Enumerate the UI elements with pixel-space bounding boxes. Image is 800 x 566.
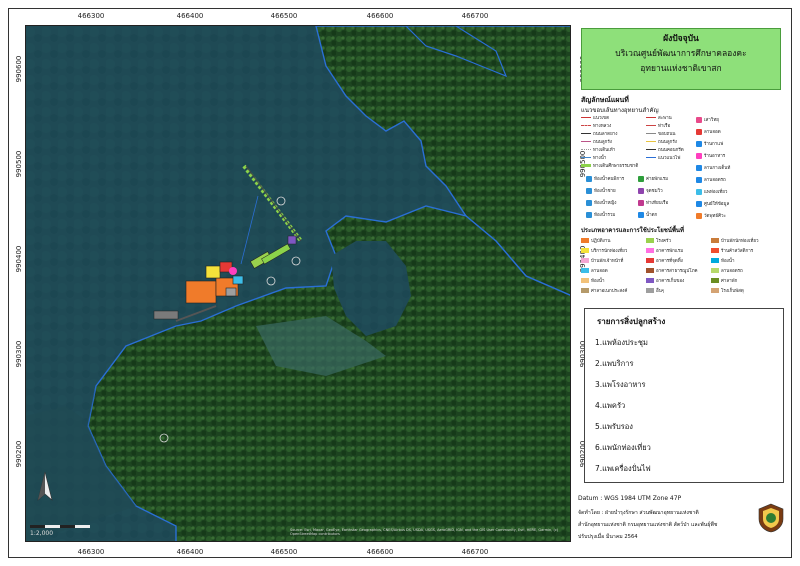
legend-areas-heading: ประเภทอาคารและการใช้ประโยชน์พื้นที่	[581, 227, 684, 234]
legend-point-3: ห้องน้ำหญิง	[586, 199, 616, 206]
legend-area-17: ศาลาพัก	[711, 277, 737, 284]
legend-area-4: ลานจอด	[581, 267, 608, 274]
y-tick-left-5: 990200	[15, 440, 23, 468]
x-tick-top-5: 466700	[461, 12, 489, 20]
map-subtitle-area: บริเวณศูนย์พัฒนาการศึกษาคลองคะ	[615, 49, 747, 59]
legend-point-9: เสาวิทยุ	[696, 116, 719, 123]
satellite-map[interactable]	[25, 25, 571, 542]
legend-panel: ผังปัจจุบัน บริเวณศูนย์พัฒนาการศึกษาคลอง…	[576, 25, 788, 542]
x-tick-bottom-5: 466700	[461, 548, 489, 556]
legend-area-8: อาคารพักแรม	[646, 247, 683, 254]
legend-area-15: ห้องน้ำ	[711, 257, 734, 264]
legend-point-15: แพท่องเที่ยว	[696, 188, 727, 195]
map-title: ผังปัจจุบัน	[663, 34, 699, 44]
legend-line-3: ถนนลาดยาง	[581, 130, 617, 137]
map-attribution: Source: Esri, Maxar, GeoEye, Earthstar G…	[290, 528, 559, 536]
updated-date: ปรับปรุงเมื่อ มีนาคม 2564	[578, 534, 638, 540]
legend-line-12: ถนนคอนกรีต	[646, 146, 684, 153]
legend-point-5: ค่ายพักแรม	[638, 175, 668, 182]
legend-line-2: ทางหลวง	[581, 122, 611, 129]
legend-line-6: ทางน้ำ	[581, 154, 606, 161]
legend-line-10: ขอบถนน	[646, 130, 676, 137]
title-box: ผังปัจจุบัน บริเวณศูนย์พัฒนาการศึกษาคลอง…	[581, 28, 781, 90]
legend-area-12: อื่นๆ	[646, 287, 664, 294]
legend-point-10: ลานจอด	[696, 128, 721, 135]
legend-point-2: ห้องน้ำชาย	[586, 187, 616, 194]
y-tick-left-1: 990600	[15, 55, 23, 83]
legend-point-6: จุดชมวิว	[638, 187, 663, 194]
legend-line-13: แนวแนวไฟ	[646, 154, 680, 161]
legend-point-13: ลานกางเต็นท์	[696, 164, 730, 171]
x-tick-top-4: 466600	[366, 12, 394, 20]
legend-area-16: ลานจอดรถ	[711, 267, 743, 274]
legend-line-4: ถนนลูกรัง	[581, 138, 612, 145]
legend-line-8: สะพาน	[646, 114, 672, 121]
list-item: 7.แพเครื่องปั่นไฟ	[595, 464, 651, 473]
legend-area-7: โรงครัว	[646, 237, 671, 244]
legend-line-1: แนวเขต	[581, 114, 609, 121]
legend-area-3: บ้านพักเจ้าหน้าที่	[581, 257, 623, 264]
legend-area-9: อาคารที่จุดทิ้ง	[646, 257, 683, 264]
x-tick-top-2: 466400	[176, 12, 204, 20]
legend-area-11: อาคารเก็บของ	[646, 277, 684, 284]
construction-list-title: รายการสิ่งปลูกสร้าง	[597, 317, 666, 326]
list-item: 5.แพรับรอง	[595, 422, 633, 431]
scale-ratio: 1:2,000	[30, 530, 54, 537]
legend-area-6: ศาลาอเนกประสงค์	[581, 287, 627, 294]
legend-area-5: ห้องน้ำ	[581, 277, 604, 284]
legend-point-12: ร้านอาหาร	[696, 152, 725, 159]
legend-point-7: ท่าเทียบเรือ	[638, 199, 668, 206]
x-tick-top-1: 466300	[77, 12, 105, 20]
y-tick-left-3: 990400	[15, 245, 23, 273]
y-tick-left-2: 990500	[15, 150, 23, 178]
legend-line-11: ถนนลูกรัง	[646, 138, 677, 145]
legend-point-11: ร้านกาแฟ	[696, 140, 723, 147]
legend-point-16: ศูนย์ให้ข้อมูล	[696, 200, 729, 207]
x-tick-bottom-3: 466500	[270, 548, 298, 556]
map-subtitle-park: อุทยานแห่งชาติเขาสก	[640, 64, 722, 74]
list-item: 6.แพนักท่องเที่ยว	[595, 443, 651, 452]
department-logo-icon	[758, 503, 784, 533]
legend-area-13: บ้านพักนักท่องเที่ยว	[711, 237, 759, 244]
map-canvas	[26, 26, 570, 541]
construction-list: รายการสิ่งปลูกสร้าง 1.แพห้องประชุม 2.แพบ…	[584, 308, 784, 483]
x-tick-bottom-4: 466600	[366, 548, 394, 556]
datum-text: Datum : WGS 1984 UTM Zone 47P	[578, 495, 682, 502]
list-item: 4.แพครัว	[595, 401, 626, 410]
legend-point-17: วัดพุทธ์ศิวะ	[696, 212, 726, 219]
list-item: 3.แพโรงอาหาร	[595, 380, 646, 389]
legend-line-9: ท่าเรือ	[646, 122, 670, 129]
legend-area-10: อาคารสาธารณูปโภค	[646, 267, 698, 274]
legend-point-4: ห้องน้ำรวม	[586, 211, 615, 218]
legend-area-2: บริการนักท่องเที่ยว	[581, 247, 627, 254]
list-item: 2.แพบริการ	[595, 359, 634, 368]
legend-line-5: ทางเดินเท้า	[581, 146, 615, 153]
prepared-by: จัดทำโดย : ฝ่ายบำรุงรักษา ส่วนพัฒนาอุทยา…	[578, 510, 699, 516]
x-tick-bottom-2: 466400	[176, 548, 204, 556]
legend-area-14: ร้านค้าสวัสดิการ	[711, 247, 753, 254]
north-arrow-icon	[37, 471, 53, 501]
scale-bar: 1:2,000	[30, 524, 90, 537]
legend-point-1: ห้องน้ำคนพิการ	[586, 175, 624, 182]
legend-point-8: น้ำตก	[638, 211, 657, 218]
y-tick-left-4: 990300	[15, 340, 23, 368]
x-tick-bottom-1: 466300	[77, 548, 105, 556]
list-item: 1.แพห้องประชุม	[595, 338, 648, 347]
legend-area-1: ปฏิบัติงาน	[581, 237, 610, 244]
x-tick-top-3: 466500	[270, 12, 298, 20]
legend-area-18: โรงเก็บพัสดุ	[711, 287, 744, 294]
legend-line-7: ทางเดินศึกษาธรรมชาติ	[581, 162, 638, 169]
legend-point-14: ลานจอดรถ	[696, 176, 726, 183]
office-name: สำนักอุทยานแห่งชาติ กรมอุทยานแห่งชาติ สั…	[578, 522, 718, 528]
